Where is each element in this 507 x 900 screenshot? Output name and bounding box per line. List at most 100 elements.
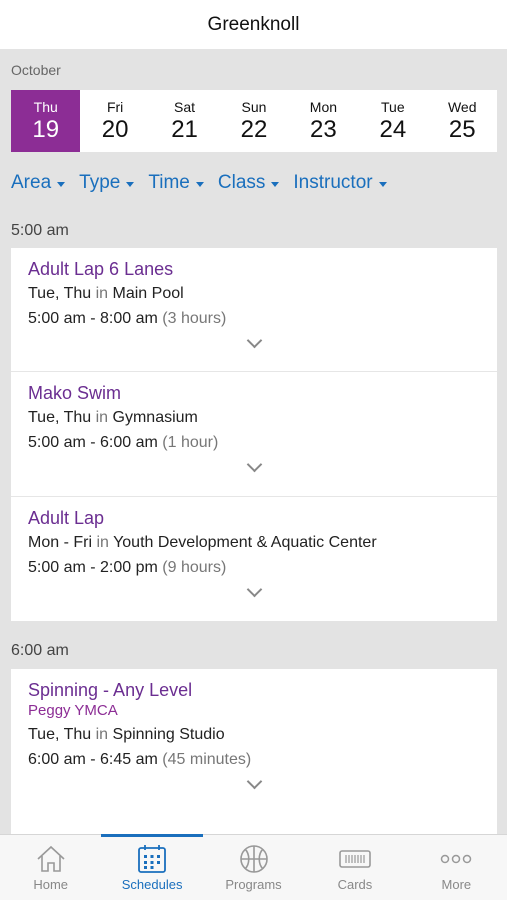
day-thu[interactable]: Thu 19 bbox=[11, 90, 81, 152]
day-name: Sat bbox=[174, 98, 196, 115]
day-number: 20 bbox=[101, 115, 129, 143]
class-card[interactable]: Spinning - Any Level Peggy YMCA Tue, Thu… bbox=[11, 669, 497, 815]
day-name: Thu bbox=[33, 98, 58, 115]
day-strip: Thu 19 Fri 20 Sat 21 Sun 22 Mon 23 Tue 2… bbox=[11, 90, 497, 152]
app-header: Greenknoll bbox=[0, 0, 507, 49]
class-time: 5:00 am - 6:00 am (1 hour) bbox=[28, 432, 497, 454]
filter-class-dropdown[interactable]: Class bbox=[218, 172, 280, 194]
class-list: Adult Lap 6 Lanes Tue, Thu in Main Pool … bbox=[11, 248, 497, 621]
tab-more[interactable]: More bbox=[406, 835, 507, 900]
class-hours: 5:00 am - 8:00 am bbox=[28, 310, 158, 327]
day-sun[interactable]: Sun 22 bbox=[219, 90, 288, 152]
tab-schedules[interactable]: Schedules bbox=[101, 834, 204, 900]
class-title: Spinning - Any Level bbox=[28, 680, 193, 700]
class-schedule: Tue, Thu in Main Pool bbox=[28, 283, 497, 305]
filter-label: Type bbox=[79, 172, 121, 193]
day-number: 23 bbox=[310, 115, 337, 143]
caret-down-icon bbox=[271, 181, 280, 187]
class-title: Mako Swim bbox=[28, 383, 122, 403]
class-hours: 5:00 am - 6:00 am bbox=[28, 434, 158, 451]
day-number: 22 bbox=[240, 115, 268, 143]
caret-down-icon bbox=[195, 181, 204, 187]
calendar-icon bbox=[136, 843, 168, 875]
class-title: Adult Lap bbox=[28, 508, 105, 528]
filter-instructor-dropdown[interactable]: Instructor bbox=[293, 172, 387, 194]
tab-programs[interactable]: Programs bbox=[203, 835, 304, 900]
filter-type-dropdown[interactable]: Type bbox=[79, 172, 135, 194]
class-title: Adult Lap 6 Lanes bbox=[28, 259, 174, 279]
basketball-icon bbox=[238, 843, 270, 875]
class-card[interactable]: Mako Swim Tue, Thu in Gymnasium 5:00 am … bbox=[11, 372, 497, 497]
expand-chevron-icon[interactable] bbox=[11, 771, 497, 795]
filter-time-dropdown[interactable]: Time bbox=[148, 172, 204, 194]
filter-bar: Area Type Time Class Instructor bbox=[11, 172, 387, 194]
in-label: in bbox=[96, 534, 109, 551]
month-label: October bbox=[11, 62, 61, 78]
class-time: 5:00 am - 8:00 am (3 hours) bbox=[28, 308, 497, 330]
class-card[interactable]: Adult Lap Mon - Fri in Youth Development… bbox=[11, 497, 497, 621]
day-tue[interactable]: Tue 24 bbox=[358, 90, 427, 152]
class-duration: (1 hour) bbox=[162, 434, 219, 451]
day-number: 19 bbox=[32, 115, 60, 143]
time-section-header: 5:00 am bbox=[11, 222, 69, 239]
tab-bar: Home Schedules Programs Cards More bbox=[0, 834, 507, 900]
day-fri[interactable]: Fri 20 bbox=[80, 90, 149, 152]
caret-down-icon bbox=[126, 181, 135, 187]
class-days: Tue, Thu bbox=[28, 726, 92, 743]
day-wed[interactable]: Wed 25 bbox=[428, 90, 497, 152]
day-name: Wed bbox=[447, 98, 477, 115]
class-duration: (9 hours) bbox=[162, 559, 227, 576]
filter-area-dropdown[interactable]: Area bbox=[11, 172, 66, 194]
class-location: Youth Development & Aquatic Center bbox=[113, 534, 377, 551]
class-time: 5:00 am - 2:00 pm (9 hours) bbox=[28, 557, 497, 579]
tab-label: Home bbox=[33, 877, 69, 892]
filter-label: Area bbox=[11, 172, 52, 193]
tab-home[interactable]: Home bbox=[0, 835, 101, 900]
class-location: Main Pool bbox=[112, 285, 184, 302]
expand-chevron-icon[interactable] bbox=[11, 454, 497, 478]
day-name: Sun bbox=[241, 98, 267, 115]
tab-cards[interactable]: Cards bbox=[304, 835, 405, 900]
card-icon bbox=[338, 843, 372, 875]
class-location: Spinning Studio bbox=[112, 726, 225, 743]
day-number: 25 bbox=[448, 115, 476, 143]
day-number: 21 bbox=[171, 115, 198, 143]
class-duration: (3 hours) bbox=[162, 310, 227, 327]
day-sat[interactable]: Sat 21 bbox=[150, 90, 219, 152]
class-schedule: Tue, Thu in Gymnasium bbox=[28, 407, 497, 429]
tab-label: Programs bbox=[225, 877, 282, 892]
class-card[interactable]: Adult Lap 6 Lanes Tue, Thu in Main Pool … bbox=[11, 248, 497, 372]
day-mon[interactable]: Mon 23 bbox=[289, 90, 358, 152]
in-label: in bbox=[95, 409, 109, 426]
class-instructor[interactable]: Peggy YMCA bbox=[28, 701, 497, 721]
day-number: 24 bbox=[379, 115, 407, 143]
class-hours: 6:00 am - 6:45 am bbox=[28, 751, 158, 768]
class-time: 6:00 am - 6:45 am (45 minutes) bbox=[28, 749, 497, 771]
class-days: Mon - Fri bbox=[28, 534, 92, 551]
day-name: Tue bbox=[381, 98, 405, 115]
class-days: Tue, Thu bbox=[28, 285, 92, 302]
class-list: Spinning - Any Level Peggy YMCA Tue, Thu… bbox=[11, 669, 497, 834]
caret-down-icon bbox=[378, 181, 387, 187]
expand-chevron-icon[interactable] bbox=[11, 579, 497, 603]
filter-label: Instructor bbox=[293, 172, 373, 193]
class-schedule: Tue, Thu in Spinning Studio bbox=[28, 724, 497, 746]
class-duration: (45 minutes) bbox=[162, 751, 252, 768]
class-hours: 5:00 am - 2:00 pm bbox=[28, 559, 158, 576]
caret-down-icon bbox=[57, 181, 66, 187]
tab-label: Cards bbox=[337, 877, 373, 892]
tab-label: Schedules bbox=[121, 877, 183, 892]
page-title: Greenknoll bbox=[207, 13, 300, 35]
time-section-header: 6:00 am bbox=[11, 642, 69, 659]
tab-label: More bbox=[441, 877, 472, 892]
class-schedule: Mon - Fri in Youth Development & Aquatic… bbox=[28, 532, 497, 554]
filter-label: Time bbox=[148, 172, 190, 193]
home-icon bbox=[35, 843, 67, 875]
expand-chevron-icon[interactable] bbox=[11, 330, 497, 354]
class-location: Gymnasium bbox=[112, 409, 198, 426]
in-label: in bbox=[95, 726, 109, 743]
day-name: Fri bbox=[106, 98, 124, 115]
in-label: in bbox=[95, 285, 109, 302]
filter-label: Class bbox=[217, 172, 266, 193]
day-name: Mon bbox=[309, 98, 338, 115]
